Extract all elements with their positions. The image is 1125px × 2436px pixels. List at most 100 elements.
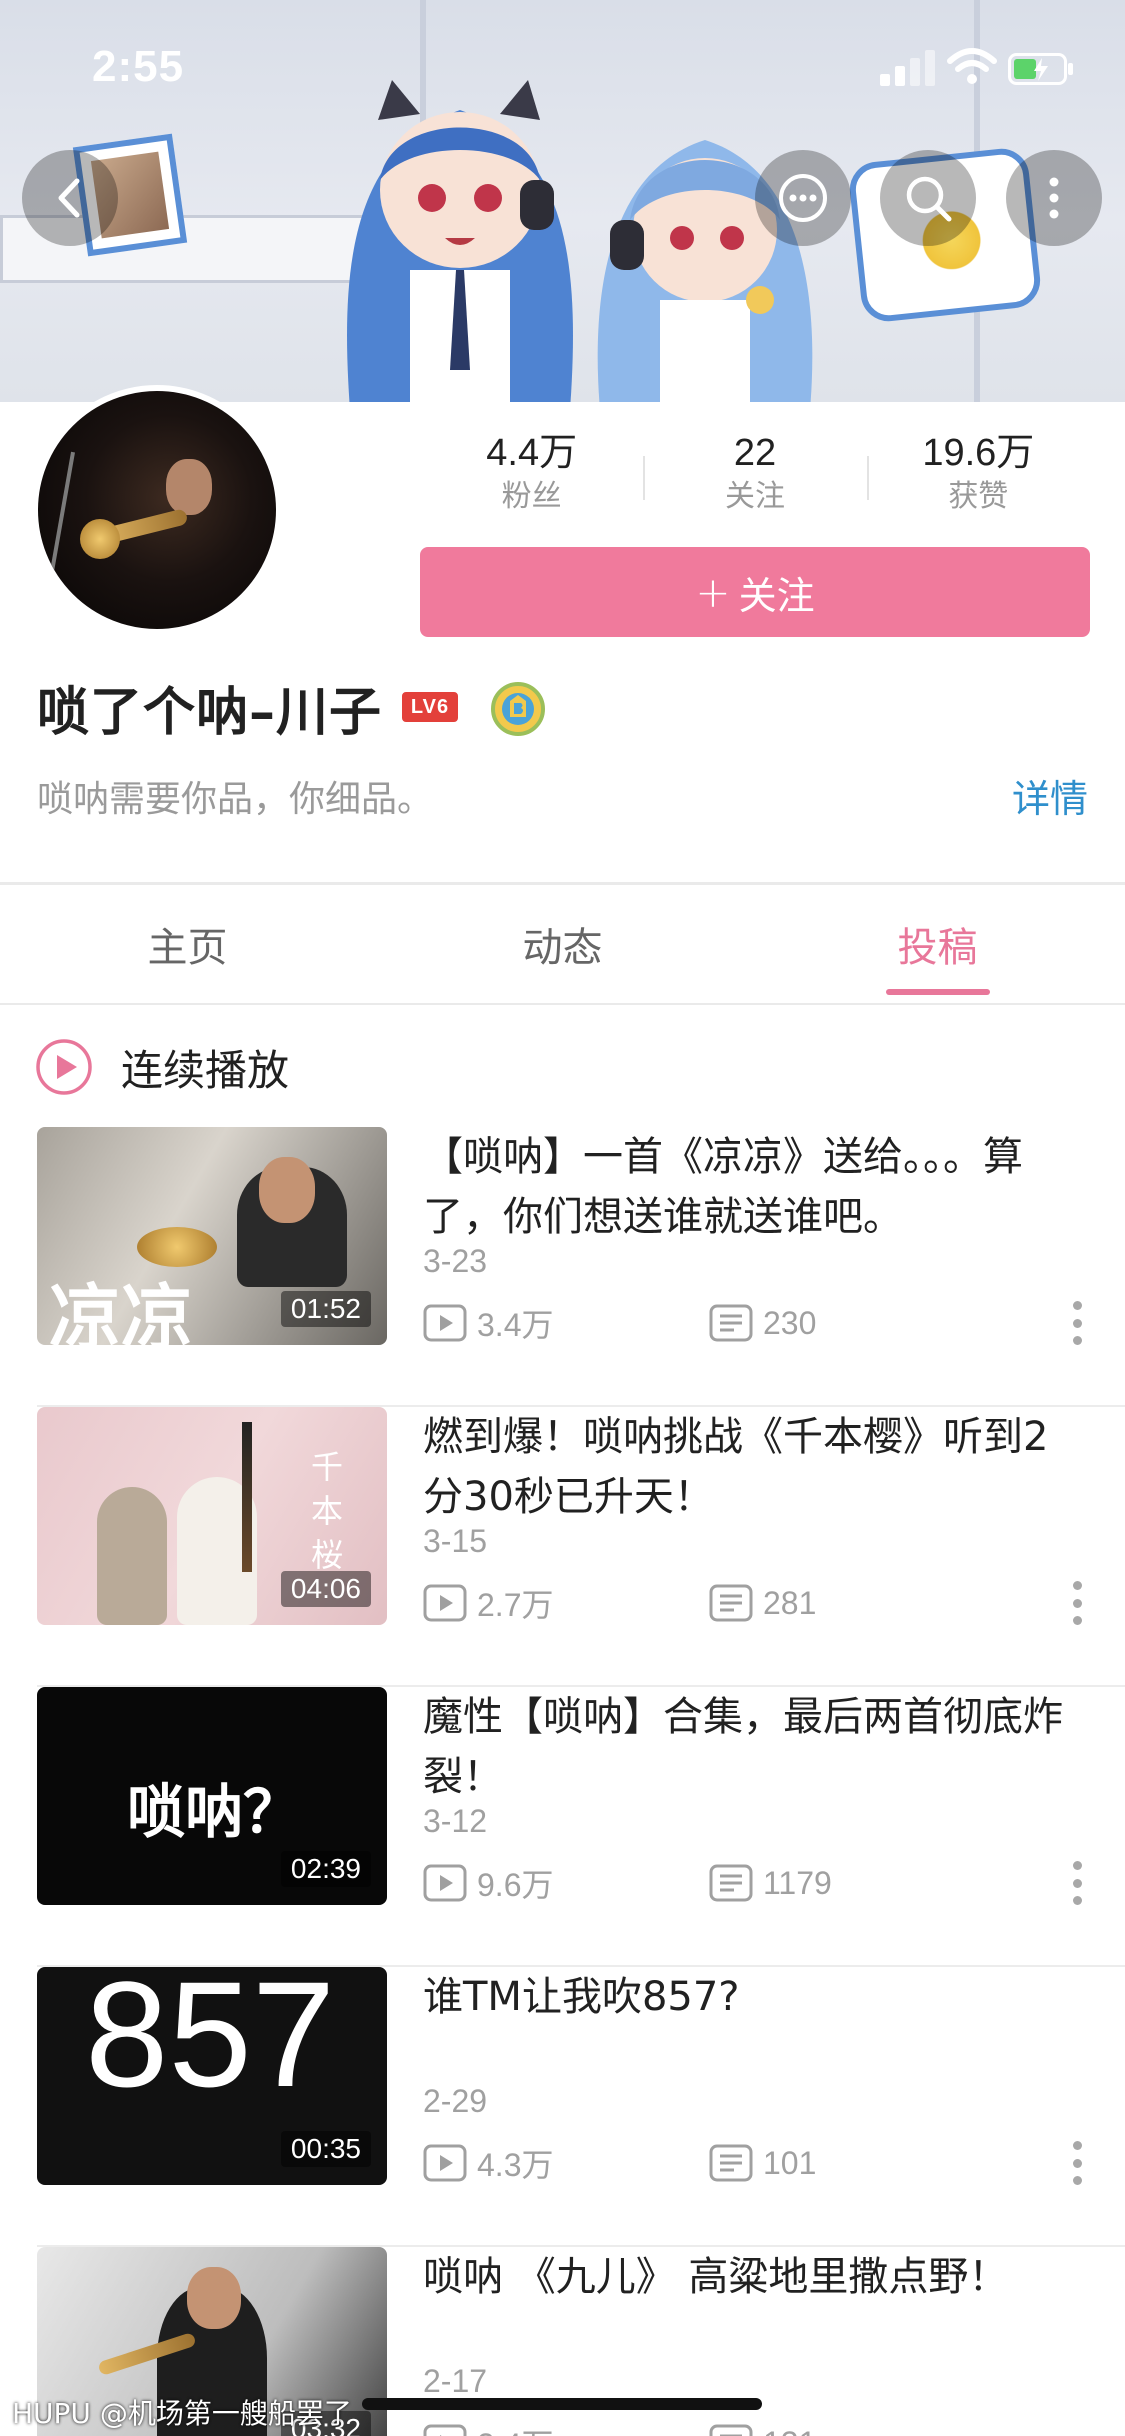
battery-charging-icon <box>1008 53 1073 85</box>
tab-home[interactable]: 主页 <box>0 885 375 1003</box>
video-comments: 131 <box>709 2423 816 2436</box>
video-comments: 281 <box>709 1583 816 1623</box>
stat-following[interactable]: 22 关注 <box>643 430 866 520</box>
video-more-button[interactable] <box>1071 2141 1083 2185</box>
video-comments: 1179 <box>709 1863 832 1903</box>
stat-fans-label: 粉丝 <box>501 479 562 514</box>
video-duration: 01:52 <box>280 1291 371 1327</box>
continuous-play-button[interactable]: 连续播放 <box>35 1032 289 1102</box>
video-title[interactable]: 唢呐 《九儿》 高粱地里撒点野！ <box>423 2247 1083 2307</box>
comment-count-icon <box>709 1864 753 1902</box>
level-badge: LV6 <box>402 692 459 722</box>
profile-name-row: 唢了个呐–川子 LV6 <box>37 672 548 743</box>
video-item[interactable]: 凉凉 01:52 【唢呐】一首《凉凉》送给。。。算了，你们想送谁就送谁吧。 3-… <box>0 1127 1125 1407</box>
avatar-face-art <box>166 459 212 515</box>
video-views-value: 9.6万 <box>477 1867 554 1903</box>
video-title[interactable]: 魔性【唢呐】合集，最后两首彻底炸裂！ <box>423 1687 1083 1807</box>
stat-following-value: 22 <box>733 432 777 474</box>
follow-button-label: 关注 <box>738 573 815 618</box>
tabs-divider <box>0 1003 1125 1005</box>
profile-bio: 唢呐需要你品，你细品。 <box>37 779 434 820</box>
avatar-music-stand-art <box>45 451 75 601</box>
video-more-button[interactable] <box>1071 1301 1083 1345</box>
play-count-icon <box>423 2144 467 2182</box>
video-thumbnail[interactable]: 857 00:35 <box>37 1967 387 2185</box>
video-comments-value: 101 <box>763 2144 817 2181</box>
video-duration: 00:35 <box>280 2131 371 2167</box>
status-bar: 2:55 <box>0 0 1125 140</box>
video-more-button[interactable] <box>1071 1861 1083 1905</box>
video-thumbnail[interactable]: 凉凉 01:52 <box>37 1127 387 1345</box>
video-views: 9.6万 <box>423 1860 709 1906</box>
video-date: 2-17 <box>423 2363 488 2399</box>
home-indicator[interactable] <box>362 2398 762 2410</box>
follow-button[interactable]: + 关注 <box>420 547 1090 637</box>
thumb-suona-art <box>242 1422 252 1572</box>
thumb-bear-art <box>97 1487 167 1625</box>
stat-fans[interactable]: 4.4万 粉丝 <box>420 430 643 520</box>
comment-count-icon <box>709 2424 753 2436</box>
video-comments-value: 281 <box>763 1584 817 1621</box>
video-meta: 2.7万 281 <box>423 1581 1083 1625</box>
video-thumbnail[interactable]: 千本桜 04:06 <box>37 1407 387 1625</box>
comment-count-icon <box>709 1304 753 1342</box>
avatar[interactable] <box>32 385 282 635</box>
watermark: HUPU @机场第一艘船罢了 <box>12 2397 352 2430</box>
thumb-overlay-text: 凉凉 <box>49 1276 194 1345</box>
tab-dynamics[interactable]: 动态 <box>375 885 750 1003</box>
video-comments: 101 <box>709 2143 816 2183</box>
chevron-left-icon <box>58 178 80 218</box>
video-views-value: 4.3万 <box>477 2147 554 2183</box>
video-date: 3-12 <box>423 1803 488 1839</box>
search-button[interactable] <box>880 150 976 246</box>
plus-icon: + <box>695 567 731 617</box>
video-item[interactable]: 唢呐？ 02:39 魔性【唢呐】合集，最后两首彻底炸裂！ 3-12 9.6万 1… <box>0 1687 1125 1967</box>
video-title[interactable]: 谁TM让我吹857? <box>423 1967 1083 2027</box>
more-options-button[interactable] <box>1006 150 1102 246</box>
stat-following-label: 关注 <box>724 479 785 514</box>
video-title[interactable]: 燃到爆！唢呐挑战《千本樱》听到2分30秒已升天！ <box>423 1407 1083 1527</box>
message-button[interactable] <box>755 150 851 246</box>
video-views-value: 2.7万 <box>477 1587 554 1623</box>
thumb-overlay-text: 857 <box>85 1967 336 2118</box>
status-time: 2:55 <box>92 42 185 91</box>
video-item[interactable]: 千本桜 04:06 燃到爆！唢呐挑战《千本樱》听到2分30秒已升天！ 3-15 … <box>0 1407 1125 1687</box>
play-count-icon <box>423 1584 467 1622</box>
cellular-signal-icon <box>880 50 935 86</box>
thumb-overlay-text: 千本桜 <box>311 1448 344 1574</box>
profile-name: 唢了个呐–川子 <box>37 682 383 743</box>
video-thumbnail[interactable]: 唢呐？ 02:39 <box>37 1687 387 1905</box>
tab-submissions[interactable]: 投稿 <box>750 885 1125 1003</box>
play-count-icon <box>423 1864 467 1902</box>
video-date: 3-23 <box>423 1243 488 1279</box>
more-vertical-icon <box>1049 177 1059 219</box>
video-meta: 3.4万 131 <box>423 2421 1083 2436</box>
video-more-button[interactable] <box>1071 1581 1083 1625</box>
medal-badge-icon[interactable] <box>488 677 548 737</box>
video-item[interactable]: 857 00:35 谁TM让我吹857? 2-29 4.3万 101 <box>0 1967 1125 2247</box>
video-views: 3.4万 <box>423 1300 709 1346</box>
video-title[interactable]: 【唢呐】一首《凉凉》送给。。。算了，你们想送谁就送谁吧。 <box>423 1127 1083 1247</box>
video-views: 4.3万 <box>423 2140 709 2186</box>
video-comments-value: 1179 <box>763 1864 832 1901</box>
thumb-overlay-text: 唢呐？ <box>127 1778 302 1846</box>
stat-likes[interactable]: 19.6万 获赞 <box>866 430 1090 520</box>
play-count-icon <box>423 2424 467 2436</box>
play-count-icon <box>423 1304 467 1342</box>
comment-count-icon <box>709 1584 753 1622</box>
stat-likes-label: 获赞 <box>948 479 1009 514</box>
video-meta: 4.3万 101 <box>423 2141 1083 2185</box>
profile-details-link[interactable]: 详情 <box>1012 768 1088 823</box>
search-icon <box>906 176 952 222</box>
play-circle-icon <box>36 1039 92 1095</box>
stat-fans-value: 4.4万 <box>486 432 578 474</box>
continuous-play-label: 连续播放 <box>121 1045 290 1095</box>
chat-bubble-icon <box>779 174 827 222</box>
video-views-value: 3.4万 <box>477 1307 554 1343</box>
video-views-value: 3.4万 <box>477 2420 554 2436</box>
video-meta: 9.6万 1179 <box>423 1861 1083 1905</box>
thumb-face-art <box>187 2267 241 2329</box>
thumb-face-art <box>259 1157 315 1223</box>
comment-count-icon <box>709 2144 753 2182</box>
back-button[interactable] <box>22 150 118 246</box>
